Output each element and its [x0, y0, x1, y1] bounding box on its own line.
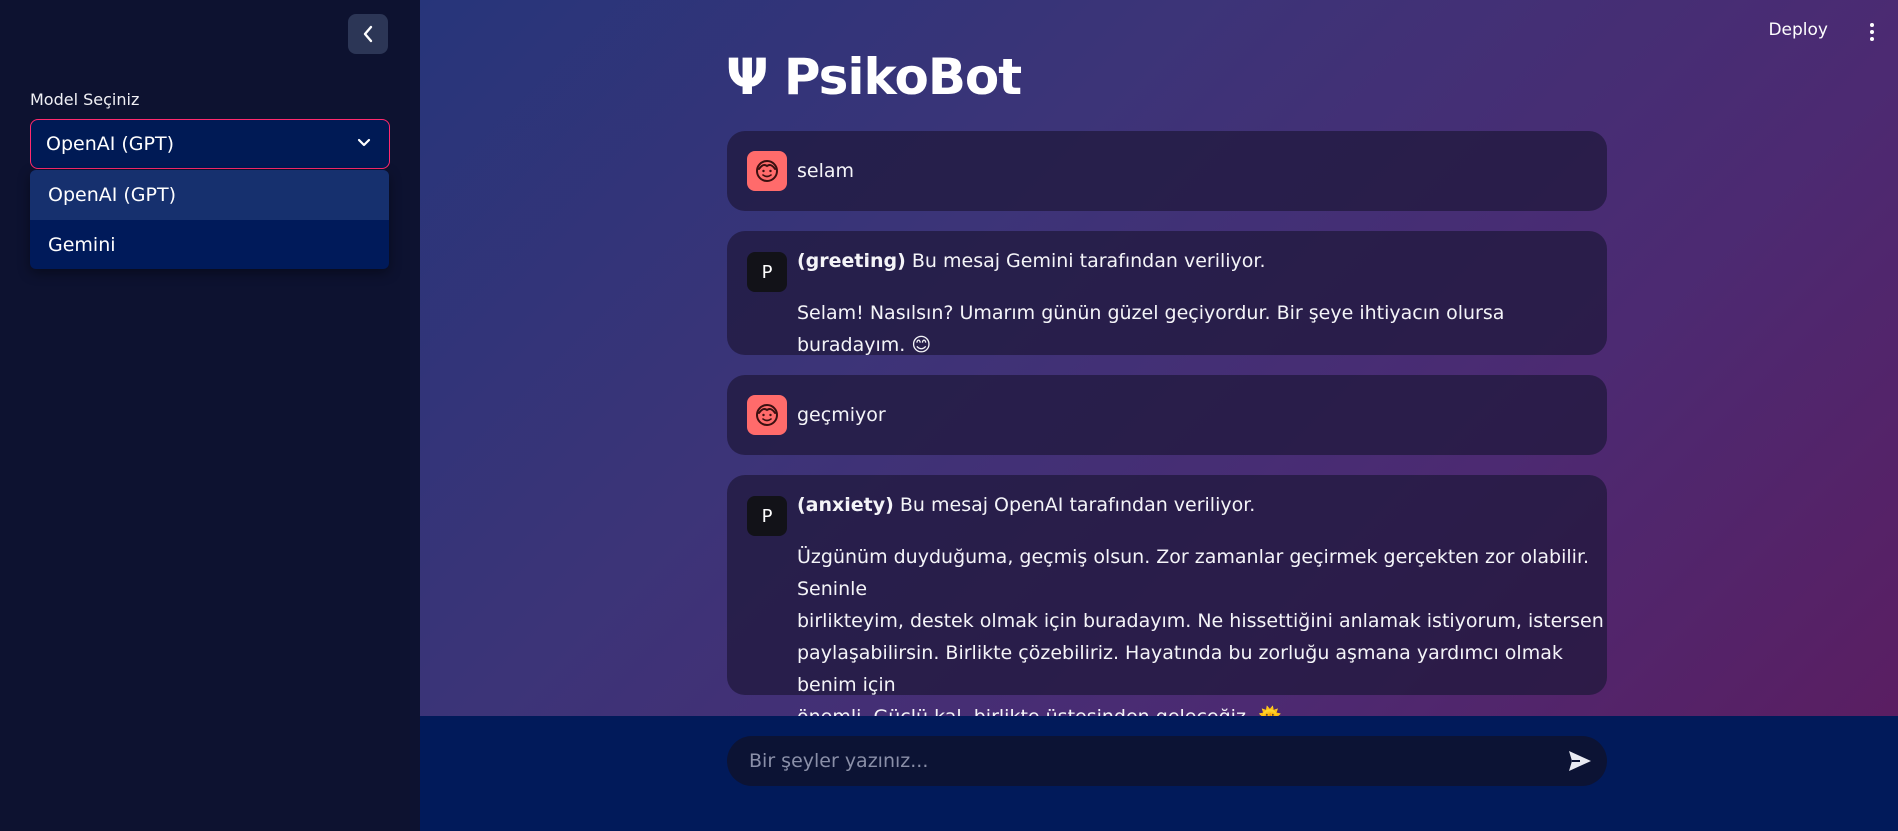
- user-avatar: [747, 151, 787, 191]
- user-face-icon: [756, 404, 778, 426]
- assistant-avatar-letter: P: [761, 505, 773, 527]
- collapse-sidebar-button[interactable]: [348, 14, 388, 54]
- message-header: (greeting) Bu mesaj Gemini tarafından ve…: [797, 245, 1266, 277]
- chat-message-assistant: P (anxiety) Bu mesaj OpenAI tarafından v…: [727, 475, 1607, 728]
- model-dropdown: OpenAI (GPT) Gemini: [30, 170, 389, 269]
- message-body: Selam! Nasılsın? Umarım günün güzel geçi…: [797, 302, 1505, 356]
- source-note: Bu mesaj OpenAI tarafından veriliyor.: [893, 494, 1256, 516]
- more-menu-icon[interactable]: [1862, 20, 1882, 44]
- intent-tag: (greeting): [797, 250, 906, 272]
- deploy-button[interactable]: Deploy: [1768, 20, 1828, 40]
- chat-message-user: geçmiyor: [727, 375, 1607, 455]
- message-header: (anxiety) Bu mesaj OpenAI tarafından ver…: [797, 489, 1255, 521]
- message-body-line: birlikteyim, destek olmak için buradayım…: [797, 610, 1604, 632]
- assistant-avatar: P: [747, 252, 787, 292]
- intent-tag: (anxiety): [797, 494, 894, 516]
- source-note: Bu mesaj Gemini tarafından veriliyor.: [905, 250, 1266, 272]
- message-text: selam: [797, 160, 855, 182]
- message-body-line: Üzgünüm duyduğuma, geçmiş olsun. Zor zam…: [797, 546, 1590, 600]
- page-title: Ψ PsikoBot: [726, 48, 1022, 106]
- message-text: geçmiyor: [797, 404, 886, 426]
- assistant-avatar-letter: P: [761, 261, 773, 283]
- message-body-line: paylaşabilirsin. Birlikte çözebiliriz. H…: [797, 642, 1563, 696]
- chat-input-bar: Bir şeyler yazınız...: [420, 716, 1898, 831]
- chat-message-assistant: P (greeting) Bu mesaj Gemini tarafından …: [727, 231, 1607, 356]
- model-select-value: OpenAI (GPT): [46, 133, 174, 155]
- chat-message-user: selam: [727, 131, 1607, 211]
- dropdown-option-openai[interactable]: OpenAI (GPT): [30, 170, 389, 220]
- chat-input-placeholder: Bir şeyler yazınız...: [749, 750, 929, 772]
- send-icon[interactable]: [1567, 749, 1593, 773]
- assistant-avatar: P: [747, 496, 787, 536]
- user-avatar: [747, 395, 787, 435]
- user-face-icon: [756, 160, 778, 182]
- chevron-left-icon: [363, 25, 373, 43]
- chevron-up-icon: [357, 138, 371, 147]
- model-select[interactable]: OpenAI (GPT): [30, 119, 390, 169]
- dropdown-option-gemini[interactable]: Gemini: [30, 220, 389, 269]
- sidebar: Model Seçiniz OpenAI (GPT) OpenAI (GPT) …: [0, 0, 420, 831]
- chat-input[interactable]: Bir şeyler yazınız...: [727, 736, 1607, 786]
- main-area: Deploy Ψ PsikoBot selam P (greeting) Bu …: [420, 0, 1898, 728]
- message-body: Üzgünüm duyduğuma, geçmiş olsun. Zor zam…: [797, 541, 1607, 733]
- model-select-label: Model Seçiniz: [30, 90, 140, 109]
